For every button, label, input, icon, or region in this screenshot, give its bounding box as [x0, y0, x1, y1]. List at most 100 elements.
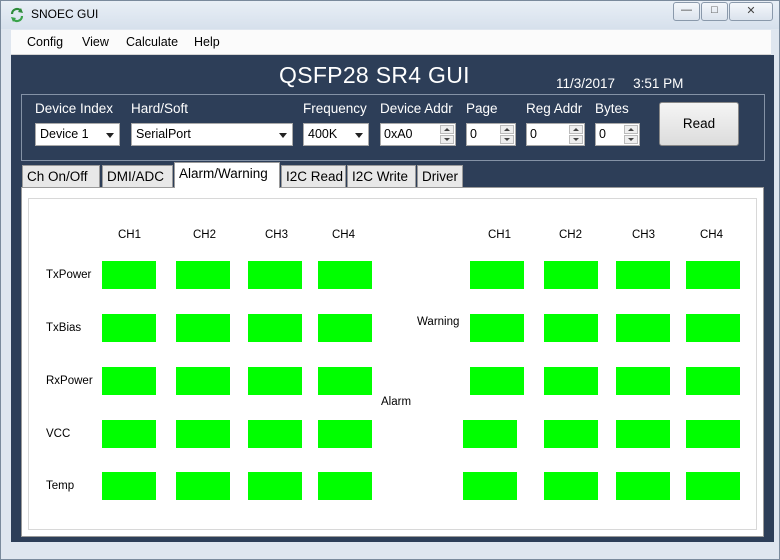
menu-help[interactable]: Help	[194, 35, 220, 49]
alarm-indicator-rxpower-ch2	[176, 367, 230, 395]
warning-indicator-txpower-ch2	[544, 261, 598, 289]
warning-indicator-vcc-ch3	[616, 420, 670, 448]
tab-ch-on-off[interactable]: Ch On/Off	[22, 165, 100, 187]
warning-indicator-rxpower-ch3	[616, 367, 670, 395]
warning-indicator-temp-ch3	[616, 472, 670, 500]
warning-indicator-txpower-ch4	[686, 261, 740, 289]
alarm-indicator-temp-ch4	[318, 472, 372, 500]
row-label-txbias: TxBias	[46, 322, 82, 334]
tab-dmi-adc[interactable]: DMI/ADC	[102, 165, 173, 187]
spin-down-button[interactable]	[569, 135, 583, 144]
bytes-spinner[interactable]: 0	[595, 123, 640, 146]
frequency-select[interactable]: 400K	[303, 123, 369, 146]
frequency-label: Frequency	[303, 101, 367, 116]
date-text: 11/3/2017	[556, 76, 616, 91]
menu-view[interactable]: View	[82, 35, 109, 49]
alarm-ch3-header: CH3	[265, 229, 289, 241]
device-index-select[interactable]: Device 1	[35, 123, 120, 146]
maximize-icon: □	[711, 4, 718, 16]
refresh-arrows-icon	[10, 7, 24, 23]
warning-indicator-temp-ch2	[544, 472, 598, 500]
warning-ch3-header: CH3	[632, 229, 656, 241]
tab-i2c-read[interactable]: I2C Read	[281, 165, 346, 187]
device-index-value: Device 1	[40, 127, 89, 141]
alarm-indicator-txpower-ch3	[248, 261, 302, 289]
warning-indicator-txbias-ch2	[544, 314, 598, 342]
frequency-value: 400K	[308, 127, 338, 141]
warning-label: Warning	[417, 316, 460, 328]
minimize-button[interactable]: —	[673, 2, 700, 21]
device-addr-label: Device Addr	[380, 101, 453, 116]
warning-indicator-rxpower-ch1	[470, 367, 524, 395]
read-button[interactable]: Read	[659, 102, 739, 146]
alarm-indicator-temp-ch2	[176, 472, 230, 500]
tab-driver[interactable]: Driver	[417, 165, 463, 187]
warning-ch1-header: CH1	[488, 229, 512, 241]
warning-indicator-txbias-ch3	[616, 314, 670, 342]
spin-down-button[interactable]	[624, 135, 638, 144]
status-bar	[11, 542, 774, 558]
hard-soft-value: SerialPort	[136, 127, 191, 141]
row-label-rxpower: RxPower	[46, 375, 93, 387]
warning-ch4-header: CH4	[700, 229, 724, 241]
spin-up-button[interactable]	[569, 125, 583, 134]
alarm-indicator-txbias-ch1	[102, 314, 156, 342]
reg-addr-spinner[interactable]: 0	[526, 123, 585, 146]
tab-alarm-warning[interactable]: Alarm/Warning	[174, 162, 280, 188]
warning-ch2-header: CH2	[559, 229, 583, 241]
warning-indicator-vcc-ch4	[686, 420, 740, 448]
menu-config[interactable]: Config	[27, 35, 63, 49]
title-bar: SNOEC GUI — □ ✕	[1, 1, 779, 29]
alarm-indicator-txpower-ch1	[102, 261, 156, 289]
warning-indicator-temp-ch4	[686, 472, 740, 500]
spin-up-button[interactable]	[624, 125, 638, 134]
spin-down-button[interactable]	[440, 135, 454, 144]
alarm-ch1-header: CH1	[118, 229, 142, 241]
main-panel: QSFP28 SR4 GUI 11/3/2017 3:51 PM Device I…	[11, 55, 774, 542]
hard-soft-select[interactable]: SerialPort	[131, 123, 293, 146]
row-label-vcc: VCC	[46, 428, 71, 440]
bytes-label: Bytes	[595, 101, 629, 116]
device-addr-value: 0xA0	[384, 127, 413, 141]
chevron-down-icon	[355, 133, 363, 138]
alarm-indicator-temp-ch1	[102, 472, 156, 500]
page-value: 0	[470, 127, 477, 141]
row-label-temp: Temp	[46, 480, 75, 492]
tab-i2c-write[interactable]: I2C Write	[347, 165, 416, 187]
alarm-indicator-rxpower-ch3	[248, 367, 302, 395]
device-index-label: Device Index	[35, 101, 114, 116]
alarm-indicator-rxpower-ch4	[318, 367, 372, 395]
maximize-button[interactable]: □	[701, 2, 728, 21]
alarm-ch2-header: CH2	[193, 229, 217, 241]
datetime: 11/3/2017 3:51 PM	[556, 76, 683, 91]
device-addr-spinner[interactable]: 0xA0	[380, 123, 456, 146]
warning-indicator-txpower-ch1	[470, 261, 524, 289]
page-label: Page	[466, 101, 498, 116]
alarm-indicator-txbias-ch4	[318, 314, 372, 342]
row-label-txpower: TxPower	[46, 269, 92, 281]
hard-soft-label: Hard/Soft	[131, 101, 189, 116]
alarm-label: Alarm	[381, 396, 412, 408]
config-panel: Device Index Device 1 Hard/Soft SerialPo…	[21, 94, 765, 161]
reg-addr-value: 0	[530, 127, 537, 141]
chevron-down-icon	[106, 133, 114, 138]
alarm-indicator-rxpower-ch1	[102, 367, 156, 395]
window-title: SNOEC GUI	[31, 7, 99, 21]
spin-down-button[interactable]	[500, 135, 514, 144]
close-button[interactable]: ✕	[729, 2, 773, 21]
alarm-indicator-txbias-ch2	[176, 314, 230, 342]
reg-addr-label: Reg Addr	[526, 101, 583, 116]
warning-indicator-vcc-ch1	[463, 420, 517, 448]
spin-up-button[interactable]	[500, 125, 514, 134]
warning-indicator-vcc-ch2	[544, 420, 598, 448]
alarm-ch4-header: CH4	[332, 229, 356, 241]
spin-up-button[interactable]	[440, 125, 454, 134]
page-spinner[interactable]: 0	[466, 123, 516, 146]
menu-calculate[interactable]: Calculate	[126, 35, 178, 49]
alarm-warning-page: CH1 CH2 CH3 CH4 CH1 CH2 CH3 CH4 TxPower …	[21, 187, 764, 537]
alarm-indicator-vcc-ch3	[248, 420, 302, 448]
warning-indicator-rxpower-ch2	[544, 367, 598, 395]
alarm-indicator-txpower-ch2	[176, 261, 230, 289]
page-title: QSFP28 SR4 GUI	[279, 62, 470, 88]
warning-indicator-txpower-ch3	[616, 261, 670, 289]
